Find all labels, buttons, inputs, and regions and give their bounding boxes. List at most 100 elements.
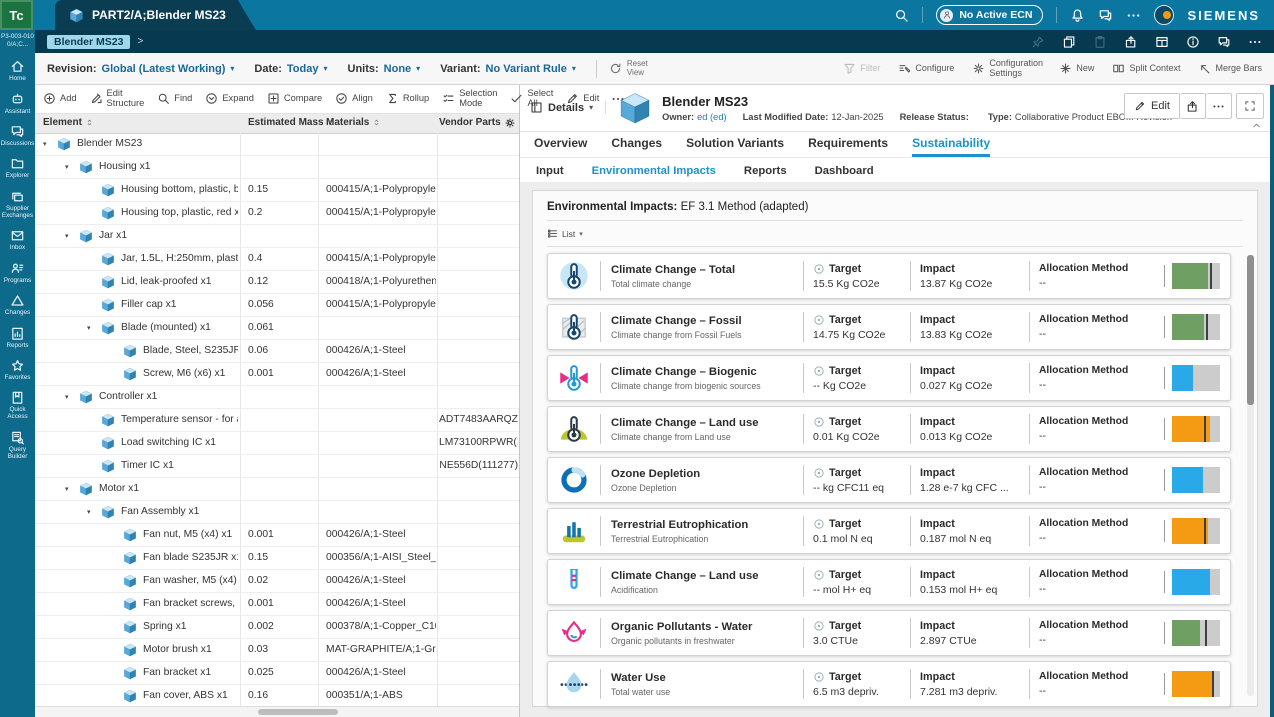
breadcrumb-chip[interactable]: Blender MS23 <box>47 35 130 49</box>
impact-card-organic-pollutants[interactable]: Organic Pollutants - WaterOrganic pollut… <box>547 610 1231 656</box>
sidebar-item-reports[interactable]: Reports <box>0 326 35 350</box>
expand-button[interactable]: Expand <box>205 92 254 105</box>
edit-button[interactable]: Edit <box>1124 93 1180 119</box>
copy-icon[interactable] <box>1062 35 1076 49</box>
list-view-button[interactable]: List ▾ <box>547 228 583 239</box>
sort-icon[interactable] <box>372 118 381 127</box>
expand-arrow-icon[interactable]: ▾ <box>65 393 69 401</box>
impact-card-climate-fossil[interactable]: Climate Change – FossilClimate change fr… <box>547 304 1231 350</box>
vertical-scrollbar[interactable] <box>1247 255 1254 696</box>
sidebar-item-programs[interactable]: Programs <box>0 261 35 285</box>
column-settings-gear-icon[interactable] <box>504 117 516 129</box>
tree-row[interactable]: Fan cover, ABS x10.16000351/A;1-ABS <box>35 685 519 707</box>
sidebar-context-label[interactable]: P3-003-0100/A;C... <box>0 30 35 51</box>
tree-row[interactable]: Load switching IC x1LM73100RPWR(11 <box>35 432 519 455</box>
impact-card-water-use[interactable]: Water UseTotal water useTarget6.5 m3 dep… <box>547 661 1231 707</box>
expand-arrow-icon[interactable]: ▾ <box>87 324 91 332</box>
config-units-dropdown[interactable]: Units:None▾ <box>348 63 421 75</box>
subtab-input[interactable]: Input <box>536 165 564 177</box>
edit-button[interactable]: Edit <box>566 92 599 105</box>
expand-arrow-icon[interactable]: ▾ <box>87 508 91 516</box>
column-header-mass[interactable]: Estimated Mass <box>248 117 336 128</box>
column-header-vendor[interactable]: Vendor Parts <box>439 117 513 128</box>
tree-row[interactable]: ▾Controller x1 <box>35 386 519 409</box>
sidebar-item-explorer[interactable]: Explorer <box>0 156 35 180</box>
add-button[interactable]: Add <box>43 92 77 105</box>
select-all-button[interactable]: Select All <box>510 89 553 109</box>
sidebar-item-query-builder[interactable]: Query Builder <box>0 430 35 461</box>
info-icon[interactable] <box>1186 35 1200 49</box>
search-icon[interactable] <box>894 8 909 23</box>
tree-row[interactable]: Fan bracket x10.025000426/A;1-Steel <box>35 662 519 685</box>
fullscreen-button[interactable] <box>1236 93 1264 119</box>
merge-bars-button[interactable]: Merge Bars <box>1198 62 1262 75</box>
tree-row[interactable]: ▾Housing x1 <box>35 156 519 179</box>
tab-changes[interactable]: Changes <box>611 136 662 157</box>
tree-row[interactable]: Spring x10.002000378/A;1-Copper_C10100 <box>35 616 519 639</box>
active-window-tab[interactable]: PART2/A;Blender MS23 <box>55 0 256 30</box>
impact-card-ozone[interactable]: Ozone DepletionOzone DepletionTarget-- k… <box>547 457 1231 503</box>
sidebar-item-quick-access[interactable]: Quick Access <box>0 390 35 421</box>
sidebar-item-home[interactable]: Home <box>0 59 35 83</box>
tree-row[interactable]: Lid, leak-proofed x10.12000418/A;1-Polyu… <box>35 271 519 294</box>
tree-row[interactable]: ▾Fan Assembly x1 <box>35 501 519 524</box>
notifications-bell-icon[interactable] <box>1070 8 1085 23</box>
expand-arrow-icon[interactable]: ▾ <box>65 232 69 240</box>
tree-row[interactable]: ▾Motor x1 <box>35 478 519 501</box>
tree-row[interactable]: Fan washer, M5 (x4) x10.02000426/A;1-Ste… <box>35 570 519 593</box>
subtab-reports[interactable]: Reports <box>744 165 787 177</box>
more-actions-button[interactable] <box>1206 93 1232 119</box>
configuration-settings-button[interactable]: Configuration Settings <box>972 59 1041 78</box>
tree-row[interactable]: Housing bottom, plastic, black x10.15000… <box>35 179 519 202</box>
find-button[interactable]: Find <box>157 92 192 105</box>
tab-requirements[interactable]: Requirements <box>808 136 888 157</box>
expand-arrow-icon[interactable]: ▾ <box>43 140 47 148</box>
tree-row[interactable]: Screw, M6 (x6) x10.001000426/A;1-Steel <box>35 363 519 386</box>
sidebar-item-changes[interactable]: Changes <box>0 293 35 317</box>
configure-button[interactable]: Configure <box>898 62 954 75</box>
sidebar-item-favorites[interactable]: Favorites <box>0 358 35 382</box>
align-button[interactable]: Align <box>335 92 373 105</box>
subtab-environmental-impacts[interactable]: Environmental Impacts <box>592 165 716 177</box>
share-button[interactable] <box>1180 93 1206 119</box>
feedback-icon[interactable] <box>1098 8 1113 23</box>
expand-arrow-icon[interactable]: ▾ <box>65 163 69 171</box>
tree-row[interactable]: Blade, Steel, S235JR, Curved, 8...0.0600… <box>35 340 519 363</box>
tree-row[interactable]: Housing top, plastic, red x10.2000415/A;… <box>35 202 519 225</box>
tree-row[interactable]: ▾Jar x1 <box>35 225 519 248</box>
reset-view-button[interactable]: Reset View <box>609 60 653 78</box>
column-header-element[interactable]: Element <box>43 117 94 128</box>
column-header-materials[interactable]: Materials <box>326 117 381 128</box>
new-button[interactable]: New <box>1059 62 1094 75</box>
tree-row[interactable]: Fan blade S235JR x10.15000356/A;1-AISI_S… <box>35 547 519 570</box>
tree-row[interactable]: Filler cap x10.056000415/A;1-Polypropyle… <box>35 294 519 317</box>
sidebar-item-supplier-exchanges[interactable]: Supplier Exchanges <box>0 189 35 220</box>
sidebar-item-assistant[interactable]: Assistant <box>0 92 35 116</box>
subtab-dashboard[interactable]: Dashboard <box>815 165 874 177</box>
impact-card-eutrophication[interactable]: Terrestrial EutrophicationTerrestrial Eu… <box>547 508 1231 554</box>
sidebar-item-discussions[interactable]: Discussions <box>0 124 35 148</box>
user-avatar[interactable] <box>1154 5 1174 25</box>
tree-row[interactable]: Fan nut, M5 (x4) x10.001000426/A;1-Steel <box>35 524 519 547</box>
tab-sustainability[interactable]: Sustainability <box>912 136 990 157</box>
tree-row[interactable]: Motor brush x10.03MAT-GRAPHITE/A;1-Grap.… <box>35 639 519 662</box>
tree-row[interactable]: Temperature sensor - for alarm x1ADT7483… <box>35 409 519 432</box>
feedback-icon[interactable] <box>1217 35 1231 49</box>
expand-arrow-icon[interactable]: ▾ <box>65 485 69 493</box>
config-date-dropdown[interactable]: Date:Today▾ <box>254 63 327 75</box>
more-icon[interactable] <box>1126 8 1141 23</box>
sort-icon[interactable] <box>85 118 94 127</box>
table-icon[interactable] <box>1155 35 1169 49</box>
open-icon[interactable] <box>1124 35 1138 49</box>
tree-row[interactable]: Timer IC x1NE556D(111277) <box>35 455 519 478</box>
rollup-button[interactable]: Rollup <box>386 92 429 105</box>
more-icon[interactable] <box>611 92 625 106</box>
more-icon[interactable] <box>1248 35 1262 49</box>
selection-mode-button[interactable]: Selection Mode <box>442 89 497 109</box>
config-revision-dropdown[interactable]: Revision:Global (Latest Working)▾ <box>47 63 234 75</box>
compare-button[interactable]: Compare <box>267 92 322 105</box>
split-context-button[interactable]: Split Context <box>1112 62 1180 75</box>
horizontal-scrollbar[interactable] <box>35 706 519 717</box>
tree-row[interactable]: Fan bracket screws, M5 (x4) x10.00100042… <box>35 593 519 616</box>
edit-structure-button[interactable]: Edit Structure <box>90 89 145 109</box>
